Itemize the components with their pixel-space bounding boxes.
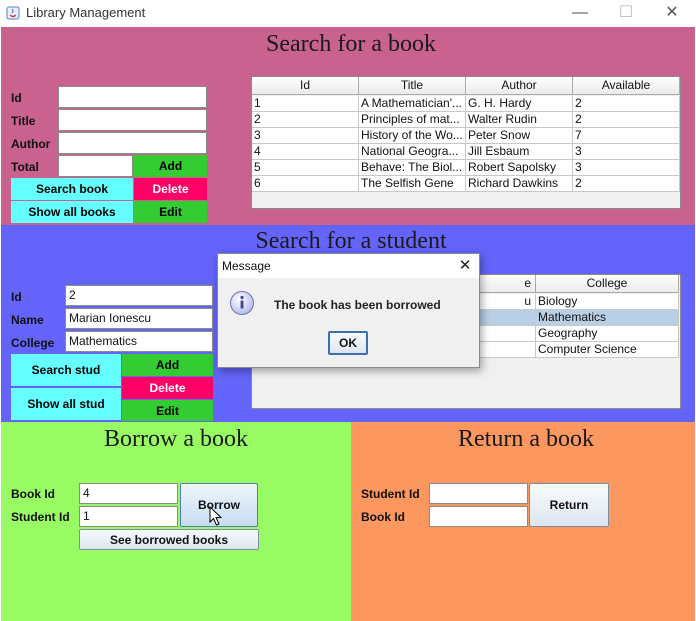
borrow-student-id-label: Student Id: [11, 510, 70, 524]
table-cell[interactable]: 3: [252, 128, 359, 144]
table-cell[interactable]: Biology: [536, 294, 679, 310]
table-cell[interactable]: History of the Wo...: [359, 128, 466, 144]
search-book-heading: Search for a book: [266, 31, 436, 57]
return-button[interactable]: Return: [529, 483, 609, 527]
table-cell[interactable]: 7: [573, 128, 680, 144]
table-cell[interactable]: A Mathematician'...: [359, 96, 466, 112]
return-student-id-input[interactable]: [429, 483, 528, 504]
search-student-button[interactable]: Search stud: [11, 354, 121, 386]
book-author-label: Author: [11, 137, 51, 151]
table-cell[interactable]: Computer Science: [536, 342, 679, 358]
show-all-students-button[interactable]: Show all stud: [11, 388, 121, 420]
return-student-id-label: Student Id: [361, 487, 420, 501]
column-header-college[interactable]: College: [536, 275, 679, 293]
student-college-input[interactable]: Mathematics: [65, 331, 213, 352]
borrow-student-id-input[interactable]: 1: [79, 506, 178, 527]
book-total-input[interactable]: [58, 155, 133, 177]
table-cell[interactable]: 2: [573, 112, 680, 128]
delete-book-button[interactable]: Delete: [134, 178, 207, 200]
return-book-panel: Return a book Student Id Book Id Return: [351, 422, 695, 621]
see-borrowed-books-button[interactable]: See borrowed books: [79, 529, 259, 550]
student-id-input[interactable]: 2: [65, 285, 213, 306]
java-app-icon: [6, 6, 20, 20]
add-student-button[interactable]: Add: [122, 354, 213, 376]
table-cell[interactable]: G. H. Hardy: [466, 96, 573, 112]
student-id-label: Id: [11, 290, 22, 304]
add-book-button[interactable]: Add: [134, 155, 207, 177]
table-cell[interactable]: 4: [252, 144, 359, 160]
table-cell[interactable]: Richard Dawkins: [466, 176, 573, 192]
borrow-book-id-input[interactable]: 4: [79, 483, 178, 504]
book-title-input[interactable]: [58, 109, 207, 131]
table-cell[interactable]: National Geogra...: [359, 144, 466, 160]
minimize-button[interactable]: —: [560, 2, 600, 24]
mouse-cursor-icon: [209, 506, 223, 526]
table-cell[interactable]: Behave: The Biol...: [359, 160, 466, 176]
book-id-input[interactable]: [58, 86, 207, 108]
table-cell[interactable]: Robert Sapolsky: [466, 160, 573, 176]
book-title-label: Title: [11, 114, 36, 128]
message-dialog: Message ✕ The book has been borrowed OK: [217, 253, 480, 368]
table-cell[interactable]: Jill Esbaum: [466, 144, 573, 160]
column-header-title[interactable]: Title: [359, 77, 466, 95]
table-cell[interactable]: 6: [252, 176, 359, 192]
table-cell[interactable]: Geography: [536, 326, 679, 342]
borrow-book-id-label: Book Id: [11, 487, 55, 501]
books-table[interactable]: Id Title Author Available 1 A Mathematic…: [251, 76, 681, 209]
student-college-label: College: [11, 336, 55, 350]
info-icon: [230, 291, 254, 315]
column-header-author[interactable]: Author: [466, 77, 573, 95]
maximize-button[interactable]: ☐: [606, 2, 646, 24]
table-cell[interactable]: The Selfish Gene: [359, 176, 466, 192]
edit-student-button[interactable]: Edit: [122, 400, 213, 421]
table-cell[interactable]: Walter Rudin: [466, 112, 573, 128]
table-cell[interactable]: 3: [573, 160, 680, 176]
search-book-button[interactable]: Search book: [11, 178, 133, 200]
table-cell[interactable]: 3: [573, 144, 680, 160]
return-heading: Return a book: [458, 426, 594, 452]
window-title: Library Management: [26, 5, 146, 20]
borrow-book-panel: Borrow a book Book Id 4 Student Id 1 Bor…: [1, 422, 351, 621]
book-id-label: Id: [11, 91, 22, 105]
table-cell[interactable]: Mathematics: [536, 310, 679, 326]
dialog-message: The book has been borrowed: [274, 298, 441, 312]
dialog-close-button[interactable]: ✕: [454, 256, 476, 276]
search-book-panel: Search for a book Id Title Author Total …: [1, 27, 695, 225]
table-cell[interactable]: 2: [573, 96, 680, 112]
table-cell[interactable]: 2: [252, 112, 359, 128]
delete-student-button[interactable]: Delete: [122, 377, 213, 399]
student-name-label: Name: [11, 313, 44, 327]
show-all-books-button[interactable]: Show all books: [11, 201, 133, 223]
return-book-id-input[interactable]: [429, 506, 528, 527]
column-header-available[interactable]: Available: [573, 77, 680, 95]
book-total-label: Total: [11, 160, 39, 174]
window-titlebar: Library Management — ☐ ✕: [0, 0, 696, 27]
close-button[interactable]: ✕: [652, 2, 692, 24]
search-student-heading: Search for a student: [255, 228, 447, 254]
student-name-input[interactable]: Marian Ionescu: [65, 308, 213, 329]
ok-button[interactable]: OK: [328, 331, 368, 355]
table-cell[interactable]: Principles of mat...: [359, 112, 466, 128]
table-cell[interactable]: 5: [252, 160, 359, 176]
edit-book-button[interactable]: Edit: [134, 201, 207, 223]
dialog-title: Message: [222, 259, 271, 273]
column-header-id[interactable]: Id: [252, 77, 359, 95]
return-book-id-label: Book Id: [361, 510, 405, 524]
table-cell[interactable]: Peter Snow: [466, 128, 573, 144]
book-author-input[interactable]: [58, 132, 207, 154]
table-cell[interactable]: 1: [252, 96, 359, 112]
borrow-heading: Borrow a book: [104, 426, 248, 452]
table-cell[interactable]: 2: [573, 176, 680, 192]
